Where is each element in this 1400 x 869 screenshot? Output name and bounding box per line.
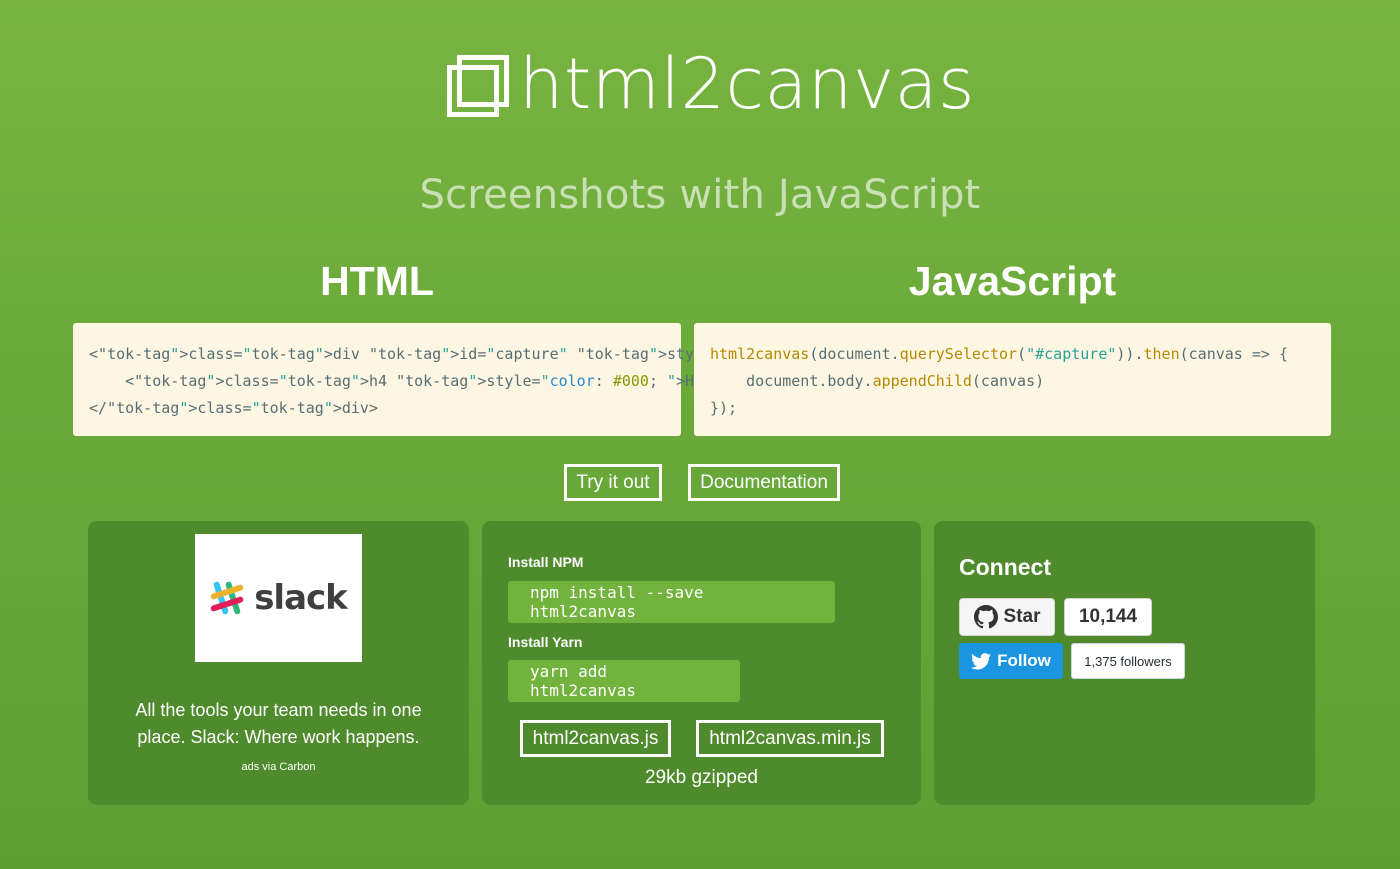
site-subtitle: Screenshots with JavaScript (419, 172, 981, 218)
ad-text-line-2: place. Slack: Where work happens. (137, 727, 420, 747)
gzipped-size-note: 29kb gzipped (644, 767, 759, 788)
download-html2canvas-min-js-button[interactable]: html2canvas.min.js (696, 720, 884, 757)
site-title: html2canvas (519, 43, 976, 125)
github-star-button[interactable]: Star (959, 598, 1055, 636)
javascript-heading: JavaScript (908, 258, 1117, 304)
ad-panel: slack All the tools your team needs in o… (88, 521, 469, 805)
html-heading: HTML (320, 258, 434, 304)
overlapping-squares-icon (445, 51, 511, 117)
try-it-out-button[interactable]: Try it out (564, 464, 662, 501)
install-panel: Install NPM npm install --save html2canv… (482, 521, 921, 805)
twitter-follow-button[interactable]: Follow (959, 643, 1063, 679)
yarn-add-command[interactable]: yarn add html2canvas (508, 660, 740, 702)
download-html2canvas-js-button[interactable]: html2canvas.js (520, 720, 671, 757)
html-code-block: <"tok-tag">class="tok-tag">div "tok-tag"… (73, 323, 1073, 436)
github-star-count[interactable]: 10,144 (1064, 598, 1152, 636)
connect-heading: Connect (959, 554, 1051, 580)
slack-logo-icon (210, 580, 246, 616)
twitter-bird-icon (971, 652, 992, 670)
ad-text[interactable]: All the tools your team needs in one pla… (108, 697, 449, 751)
github-star-label: Star (1003, 606, 1041, 627)
ad-text-line-1: All the tools your team needs in one (135, 700, 422, 720)
ads-via-carbon-link[interactable]: ads via Carbon (88, 761, 469, 773)
documentation-button[interactable]: Documentation (688, 464, 840, 501)
slack-wordmark: slack (254, 578, 348, 618)
twitter-follower-count[interactable]: 1,375 followers (1071, 643, 1185, 679)
github-icon (973, 605, 998, 629)
install-npm-label: Install NPM (508, 554, 584, 570)
javascript-code-block: html2canvas(document.querySelector("#cap… (694, 323, 1331, 436)
install-yarn-label: Install Yarn (508, 634, 583, 650)
hero-logo: html2canvas (445, 48, 975, 120)
npm-install-command[interactable]: npm install --save html2canvas (508, 581, 835, 623)
connect-panel: Connect Star 10,144 Follow 1,375 followe… (934, 521, 1315, 805)
slack-ad-image[interactable]: slack (195, 534, 362, 662)
twitter-follow-label: Follow (997, 651, 1051, 670)
